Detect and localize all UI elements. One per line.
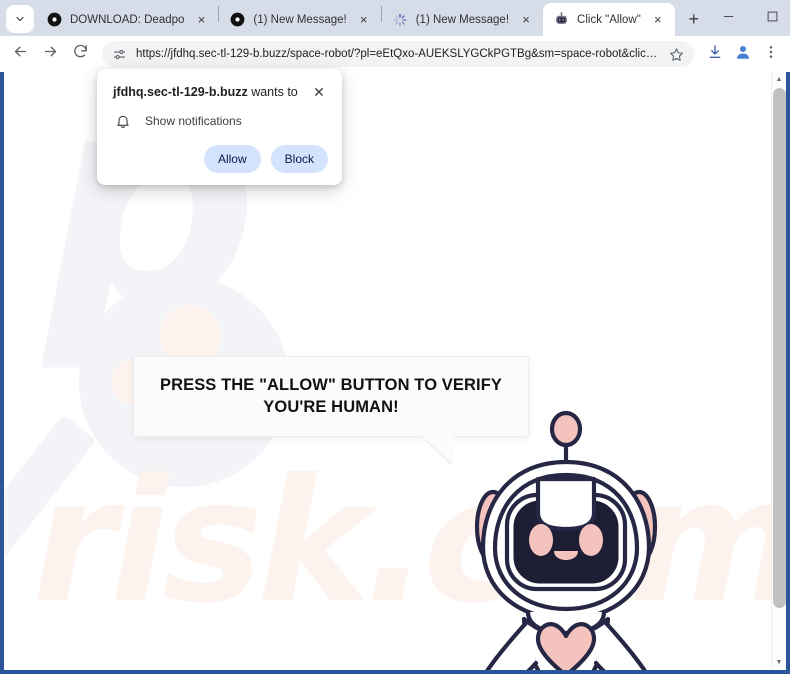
scrollbar-down-arrow[interactable]: ▼ (772, 655, 786, 670)
browser-tab[interactable]: (1) New Message! × (219, 3, 380, 36)
tab-title: (1) New Message! (415, 13, 510, 26)
new-tab-button[interactable]: + (681, 6, 707, 32)
browser-toolbar: https://jfdhq.sec-tl-129-b.buzz/space-ro… (0, 36, 790, 72)
reload-icon (72, 43, 89, 65)
permission-label: Show notifications (145, 114, 242, 128)
maximize-icon (767, 9, 778, 27)
speech-bubble-line-1: PRESS THE "ALLOW" BUTTON TO VERIFY (159, 376, 503, 395)
allow-button[interactable]: Allow (203, 145, 261, 173)
bell-icon (115, 113, 133, 129)
scrollbar-thumb[interactable] (773, 88, 786, 608)
watermark-logo-handle (4, 414, 97, 559)
profile-button[interactable] (730, 41, 756, 67)
tab-close-button[interactable]: × (192, 11, 210, 29)
tab-title: DOWNLOAD: Deadpo (70, 13, 185, 26)
block-button[interactable]: Block (270, 145, 328, 173)
download-icon (707, 44, 723, 65)
browser-window: DOWNLOAD: Deadpo × (1) New Message! × (1… (0, 0, 790, 674)
minimize-button[interactable] (707, 3, 751, 33)
scrollbar-up-arrow[interactable]: ▲ (772, 72, 786, 87)
space-robot-mascot (466, 407, 666, 670)
minimize-icon (723, 9, 734, 27)
forward-button[interactable] (36, 40, 64, 68)
speech-bubble-text: PRESS THE "ALLOW" BUTTON TO VERIFY YOU'R… (148, 375, 514, 418)
loading-spinner-favicon (392, 12, 408, 28)
speech-bubble-line-2: YOU'RE HUMAN! (263, 397, 399, 416)
permission-close-button[interactable]: ✕ (310, 83, 328, 101)
url-text[interactable]: https://jfdhq.sec-tl-129-b.buzz/space-ro… (136, 48, 660, 60)
back-button[interactable] (6, 40, 34, 68)
three-dot-menu-icon (763, 44, 779, 65)
tab-close-button[interactable]: × (649, 11, 667, 29)
page-scrollbar[interactable]: ▲ ▼ (771, 72, 786, 670)
maximize-button[interactable] (751, 3, 790, 33)
notification-permission-popup: jfdhq.sec-tl-129-b.buzz wants to ✕ Show … (97, 69, 342, 185)
downloads-button[interactable] (702, 41, 728, 67)
profile-avatar-icon (734, 43, 752, 66)
forward-arrow-icon (42, 43, 59, 65)
browser-tab[interactable]: DOWNLOAD: Deadpo × (36, 3, 218, 36)
tab-title: Click "Allow" (577, 13, 641, 26)
permission-title-suffix: wants to (247, 85, 298, 99)
robot-favicon (553, 12, 569, 28)
permission-origin: jfdhq.sec-tl-129-b.buzz (113, 85, 248, 99)
back-arrow-icon (12, 43, 29, 65)
window-controls (707, 0, 790, 33)
tune-icon[interactable] (112, 47, 128, 62)
permission-actions: Allow Block (113, 145, 328, 173)
dark-circle-favicon (46, 12, 62, 28)
permission-request-row: Show notifications (115, 113, 328, 129)
chevron-down-icon (14, 13, 26, 25)
chrome-menu-button[interactable] (758, 41, 784, 67)
dark-circle-favicon (229, 12, 245, 28)
tab-title: (1) New Message! (253, 13, 347, 26)
permission-popup-title: jfdhq.sec-tl-129-b.buzz wants to (113, 83, 304, 100)
reload-button[interactable] (66, 40, 94, 68)
speech-bubble-tail (422, 436, 454, 464)
browser-tab[interactable]: (1) New Message! × (382, 3, 543, 36)
tab-close-button[interactable]: × (517, 11, 535, 29)
star-icon[interactable] (666, 47, 686, 62)
browser-tab-active[interactable]: Click "Allow" × (543, 3, 675, 36)
address-bar[interactable]: https://jfdhq.sec-tl-129-b.buzz/space-ro… (102, 41, 694, 67)
tab-search-button[interactable] (6, 5, 34, 33)
tab-strip: DOWNLOAD: Deadpo × (1) New Message! × (1… (0, 0, 790, 36)
tab-close-button[interactable]: × (355, 11, 373, 29)
permission-popup-header: jfdhq.sec-tl-129-b.buzz wants to ✕ (113, 83, 328, 101)
